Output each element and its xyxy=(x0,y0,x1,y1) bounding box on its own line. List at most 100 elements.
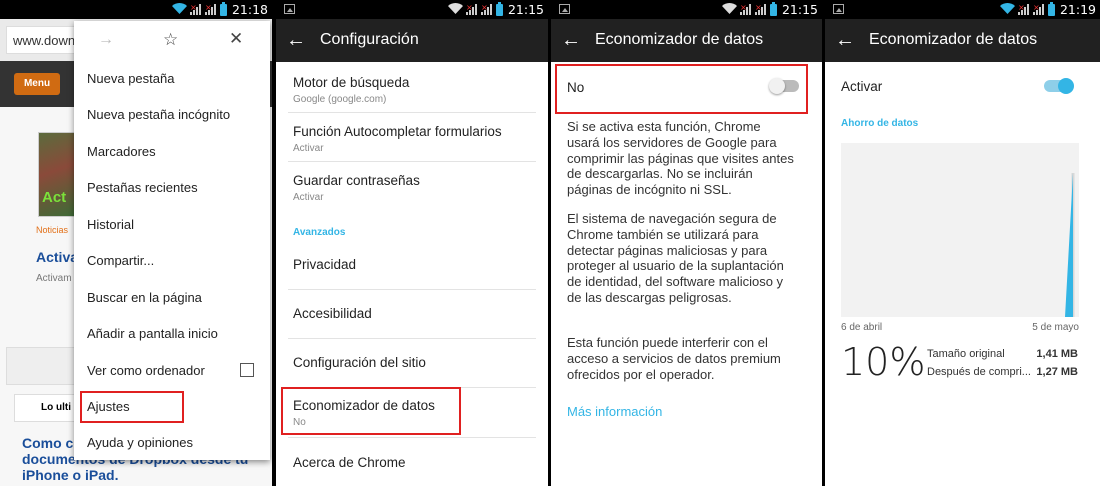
close-icon[interactable]: ✕ xyxy=(229,29,243,49)
highlight-box xyxy=(281,387,461,435)
setting-privacy[interactable]: Privacidad xyxy=(276,241,548,289)
description-paragraph: El sistema de navegación segura de Chrom… xyxy=(567,211,784,305)
action-bar: ← Configuración xyxy=(276,19,548,62)
menu-item-label: Ver como ordenador xyxy=(87,363,205,378)
setting-subtitle: Google (google.com) xyxy=(293,94,387,105)
compressed-size-value: 1,27 MB xyxy=(1036,366,1078,378)
savings-percent: 10% xyxy=(841,340,926,384)
menu-item-bookmarks[interactable]: Marcadores xyxy=(74,134,270,170)
toggle-label: Activar xyxy=(841,79,883,94)
data-saver-off-panel: × × 21:15 ← Economizador de datos No Si … xyxy=(551,0,822,486)
signal-icon: × xyxy=(1017,4,1030,15)
setting-subtitle: Activar xyxy=(293,143,324,154)
setting-title: Accesibilidad xyxy=(293,306,372,321)
highlight-box xyxy=(80,391,184,423)
tab-latest[interactable]: Lo ulti xyxy=(14,394,76,422)
menu-item-help[interactable]: Ayuda y opiniones xyxy=(74,425,270,461)
signal-icon: × xyxy=(1032,4,1045,15)
signal-icon: × xyxy=(739,4,752,15)
desktop-site-checkbox[interactable] xyxy=(240,363,254,377)
setting-subtitle: Activar xyxy=(293,192,324,203)
setting-title: Función Autocompletar formularios xyxy=(293,124,502,139)
chart-svg xyxy=(841,173,1075,317)
setting-about-chrome[interactable]: Acerca de Chrome xyxy=(276,437,548,486)
signal-icon: × xyxy=(204,4,217,15)
setting-title: Acerca de Chrome xyxy=(293,455,406,470)
usage-area xyxy=(841,173,1073,317)
status-bar: × × 21:19 xyxy=(825,0,1100,19)
setting-autofill[interactable]: Función Autocompletar formularios Activa… xyxy=(276,112,548,161)
site-menu-button[interactable]: Menu xyxy=(14,73,60,95)
description-paragraph: Esta función puede interferir con el acc… xyxy=(567,335,781,382)
settings-panel: × × 21:15 ← Configuración Motor de búsqu… xyxy=(276,0,548,486)
chrome-menu-panel: × × 21:18 www.down Menu Act Noticias Act… xyxy=(0,0,272,486)
menu-item-recent-tabs[interactable]: Pestañas recientes xyxy=(74,170,270,206)
back-arrow-icon[interactable]: ← xyxy=(835,29,855,51)
menu-item-desktop-site[interactable]: Ver como ordenador xyxy=(74,353,270,389)
menu-item-share[interactable]: Compartir... xyxy=(74,243,270,279)
battery-icon xyxy=(495,1,503,16)
section-header-advanced: Avanzados xyxy=(293,227,346,238)
back-arrow-icon[interactable]: ← xyxy=(286,29,306,51)
battery-icon xyxy=(769,1,777,16)
setting-accessibility[interactable]: Accesibilidad xyxy=(276,289,548,338)
page-title: Economizador de datos xyxy=(595,31,764,48)
signal-icon: × xyxy=(480,4,493,15)
category-label[interactable]: Noticias xyxy=(36,225,68,235)
menu-item-history[interactable]: Historial xyxy=(74,207,270,243)
wifi-icon xyxy=(721,2,737,17)
data-usage-chart xyxy=(841,143,1079,317)
x-tick-label: 5 de mayo xyxy=(1032,322,1079,333)
clock: 21:15 xyxy=(781,2,818,17)
setting-title: Motor de búsqueda xyxy=(293,75,410,90)
setting-save-passwords[interactable]: Guardar contraseñas Activar xyxy=(276,161,548,210)
thumbnail-caption: Act xyxy=(42,189,67,206)
article-excerpt: Activam xyxy=(36,273,72,284)
menu-item-add-to-home[interactable]: Añadir a pantalla inicio xyxy=(74,316,270,352)
wifi-icon xyxy=(447,2,463,17)
image-notification-icon xyxy=(559,4,570,14)
signal-icon: × xyxy=(189,4,202,15)
original-size-value: 1,41 MB xyxy=(1036,348,1078,360)
setting-title: Configuración del sitio xyxy=(293,355,426,370)
image-notification-icon xyxy=(833,4,844,14)
ad-box xyxy=(6,347,76,385)
forward-icon[interactable]: → xyxy=(98,31,114,49)
status-bar: × × 21:15 xyxy=(276,0,548,19)
description-paragraph: Si se activa esta función, Chrome usará … xyxy=(567,119,794,198)
menu-item-new-tab[interactable]: Nueva pestaña xyxy=(74,61,270,97)
bookmark-star-icon[interactable]: ☆ xyxy=(163,30,178,50)
data-saver-on-panel: × × 21:19 ← Economizador de datos Activa… xyxy=(825,0,1100,486)
wifi-icon xyxy=(999,2,1015,17)
article-headline[interactable]: Activa xyxy=(36,249,78,265)
status-bar: × × 21:15 xyxy=(551,0,822,19)
signal-icon: × xyxy=(465,4,478,15)
image-notification-icon xyxy=(284,4,295,14)
wifi-icon xyxy=(171,2,187,17)
x-tick-label: 6 de abril xyxy=(841,322,883,333)
menu-item-incognito-tab[interactable]: Nueva pestaña incógnito xyxy=(74,97,270,133)
setting-title: Guardar contraseñas xyxy=(293,173,420,188)
setting-title: Privacidad xyxy=(293,257,357,272)
menu-toolbar: → ☆ ✕ xyxy=(74,21,270,61)
battery-icon xyxy=(1047,1,1055,16)
more-info-link[interactable]: Más información xyxy=(567,404,662,419)
status-bar: × × 21:18 xyxy=(0,0,272,19)
action-bar: ← Economizador de datos xyxy=(551,19,822,62)
setting-search-engine[interactable]: Motor de búsqueda Google (google.com) xyxy=(276,62,548,112)
section-header-data-savings: Ahorro de datos xyxy=(841,118,919,129)
original-size-label: Tamaño original xyxy=(927,348,1005,360)
menu-item-find-in-page[interactable]: Buscar en la página xyxy=(74,280,270,316)
highlight-box xyxy=(555,64,808,114)
data-saver-switch[interactable] xyxy=(1044,78,1074,94)
battery-icon xyxy=(219,1,227,16)
page-title: Configuración xyxy=(320,31,419,48)
compressed-size-label: Después de compri... xyxy=(927,366,1031,378)
clock: 21:15 xyxy=(507,2,544,17)
article-title-line: iPhone o iPad. xyxy=(22,467,119,483)
back-arrow-icon[interactable]: ← xyxy=(561,29,581,51)
action-bar: ← Economizador de datos xyxy=(825,19,1100,62)
setting-site-settings[interactable]: Configuración del sitio xyxy=(276,338,548,387)
signal-icon: × xyxy=(754,4,767,15)
clock: 21:18 xyxy=(231,2,268,17)
